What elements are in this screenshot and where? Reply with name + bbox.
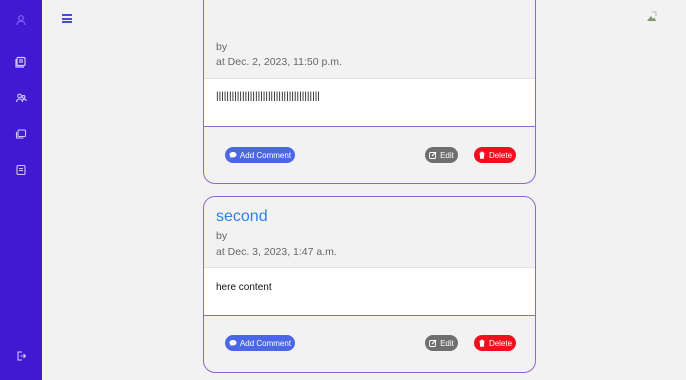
add-comment-label: Add Comment (239, 338, 292, 348)
delete-label: Delete (488, 338, 513, 348)
edit-label: Edit (440, 150, 454, 160)
edit-icon (429, 151, 437, 159)
post-author: by (216, 230, 228, 242)
comment-icon (229, 340, 237, 346)
edit-icon (429, 339, 437, 347)
user-icon[interactable] (13, 12, 29, 28)
sidebar (0, 0, 42, 380)
edit-label: Edit (440, 338, 454, 348)
add-comment-button[interactable]: Add Comment (225, 147, 295, 163)
post-card: second by at Dec. 3, 2023, 1:47 a.m. her… (203, 196, 536, 373)
post-content: here content (216, 282, 272, 293)
trash-icon (479, 339, 485, 347)
post-body: here content (204, 267, 535, 316)
hamburger-menu-icon[interactable] (62, 14, 72, 23)
books-icon[interactable] (13, 54, 29, 70)
logout-icon[interactable] (13, 348, 29, 364)
delete-button[interactable]: Delete (474, 147, 516, 163)
collection-icon[interactable] (13, 126, 29, 142)
post-content: |||||||||||||||||||||||||||||||||||||||| (216, 91, 320, 102)
avatar[interactable] (645, 10, 657, 22)
post-title[interactable]: second (216, 208, 268, 226)
post-card: by at Dec. 2, 2023, 11:50 p.m. |||||||||… (203, 0, 536, 184)
notes-icon[interactable] (13, 162, 29, 178)
users-icon[interactable] (13, 90, 29, 106)
add-comment-label: Add Comment (239, 150, 292, 160)
post-body: |||||||||||||||||||||||||||||||||||||||| (204, 78, 535, 127)
trash-icon (479, 151, 485, 159)
post-author: by (216, 41, 228, 53)
delete-button[interactable]: Delete (474, 335, 516, 351)
edit-button[interactable]: Edit (425, 147, 458, 163)
add-comment-button[interactable]: Add Comment (225, 335, 295, 351)
post-date: at Dec. 3, 2023, 1:47 a.m. (216, 246, 337, 258)
edit-button[interactable]: Edit (425, 335, 458, 351)
delete-label: Delete (488, 150, 513, 160)
comment-icon (229, 152, 237, 158)
post-date: at Dec. 2, 2023, 11:50 p.m. (216, 56, 342, 68)
